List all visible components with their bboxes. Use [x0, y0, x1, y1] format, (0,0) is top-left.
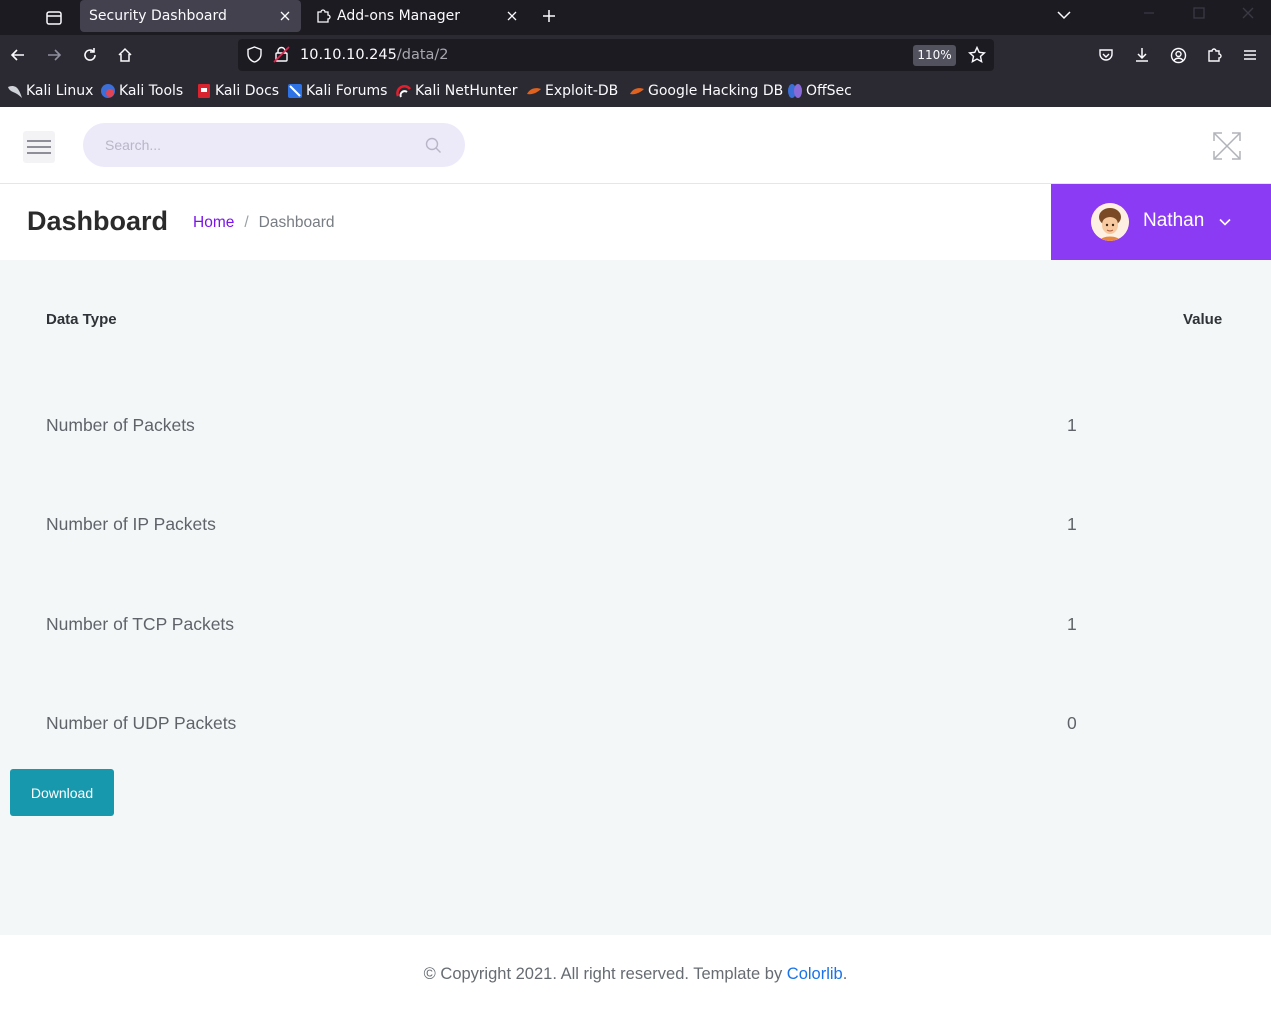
breadcrumb: Home / Dashboard	[193, 214, 335, 232]
hamburger-line	[27, 140, 51, 142]
insecure-lock-icon[interactable]	[273, 46, 290, 67]
browser-nav-bar: 10.10.10.245/data/2 110%	[0, 35, 1271, 75]
kali-forums-icon	[287, 83, 303, 99]
row-label: Number of Packets	[46, 415, 195, 435]
download-icon[interactable]	[1128, 41, 1156, 69]
main-content: Data Type Value Number of Packets 1 Numb…	[0, 260, 1271, 935]
bookmark-star-icon[interactable]	[967, 45, 987, 68]
row-value: 0	[1067, 713, 1077, 733]
close-tab-icon[interactable]	[273, 4, 297, 28]
sidebar-toggle-button[interactable]	[23, 131, 55, 163]
ghdb-icon	[629, 83, 645, 99]
hamburger-line	[27, 152, 51, 154]
new-tab-icon[interactable]	[535, 2, 563, 30]
bookmark-label: Kali Forums	[306, 83, 388, 99]
bookmark-label: OffSec	[806, 83, 852, 99]
tab-title: Add-ons Manager	[337, 8, 460, 24]
search-input[interactable]	[105, 123, 405, 167]
back-icon[interactable]	[4, 41, 32, 69]
account-icon[interactable]	[1164, 41, 1192, 69]
avatar	[1091, 203, 1129, 241]
zoom-level[interactable]: 110%	[913, 45, 956, 66]
chevron-down-icon[interactable]	[1052, 3, 1076, 27]
kali-dragon-icon	[7, 83, 23, 99]
page-title: Dashboard	[27, 206, 169, 236]
pocket-icon[interactable]	[1092, 41, 1120, 69]
row-value: 1	[1067, 415, 1077, 435]
download-button[interactable]: Download	[10, 769, 114, 816]
bookmark-label: Exploit-DB	[545, 83, 619, 99]
footer: © Copyright 2021. All right reserved. Te…	[0, 935, 1271, 1009]
hamburger-line	[27, 146, 51, 148]
extensions-icon[interactable]	[1200, 41, 1228, 69]
fullscreen-icon[interactable]	[1212, 131, 1242, 161]
breadcrumb-home-link[interactable]: Home	[193, 214, 234, 232]
shield-icon[interactable]	[246, 46, 263, 67]
breadcrumb-current: Dashboard	[258, 214, 335, 231]
maximize-icon[interactable]	[1176, 0, 1222, 26]
column-header-data-type: Data Type	[46, 311, 117, 328]
bookmark-label: Kali NetHunter	[415, 83, 518, 99]
column-header-value: Value	[1183, 311, 1223, 328]
offsec-icon	[787, 83, 803, 99]
minimize-icon[interactable]	[1126, 0, 1172, 26]
browser-tab-bar: Security Dashboard Add-ons Manager	[0, 0, 1271, 35]
kali-tools-icon	[100, 83, 116, 99]
bookmark-kali-linux[interactable]: Kali Linux	[7, 79, 93, 103]
tab-security-dashboard[interactable]: Security Dashboard	[80, 0, 301, 32]
url-bar[interactable]: 10.10.10.245/data/2 110%	[238, 39, 994, 71]
user-menu[interactable]: Nathan	[1051, 184, 1271, 260]
bookmark-google-hacking-db[interactable]: Google Hacking DB	[629, 79, 783, 103]
tab-addons-manager[interactable]: Add-ons Manager	[307, 0, 528, 32]
url-text[interactable]: 10.10.10.245/data/2	[300, 39, 449, 71]
bookmark-label: Google Hacking DB	[648, 83, 784, 99]
reload-icon[interactable]	[76, 41, 104, 69]
bookmark-label: Kali Linux	[26, 83, 94, 99]
colorlib-link[interactable]: Colorlib	[787, 965, 843, 983]
bookmark-exploit-db[interactable]: Exploit-DB	[526, 79, 618, 103]
close-tab-icon[interactable]	[500, 4, 524, 28]
forward-icon[interactable]	[40, 41, 68, 69]
breadcrumb-bar: Dashboard Home / Dashboard Nathan	[0, 184, 1271, 260]
kali-docs-icon	[196, 83, 212, 99]
search-box	[83, 123, 465, 167]
puzzle-icon	[315, 8, 331, 24]
row-label: Number of IP Packets	[46, 514, 216, 534]
row-value: 1	[1067, 614, 1077, 634]
page-header	[0, 107, 1271, 184]
bookmark-offsec[interactable]: OffSec	[787, 79, 852, 103]
tab-title: Security Dashboard	[89, 8, 227, 24]
copyright-text: © Copyright 2021. All right reserved. Te…	[423, 965, 848, 983]
exploit-db-icon	[526, 83, 542, 99]
bookmark-kali-nethunter[interactable]: Kali NetHunter	[396, 79, 517, 103]
chevron-down-icon	[1218, 214, 1232, 228]
bookmark-kali-docs[interactable]: Kali Docs	[196, 79, 279, 103]
row-label: Number of TCP Packets	[46, 614, 235, 634]
home-icon[interactable]	[111, 41, 139, 69]
bookmark-label: Kali Tools	[119, 83, 184, 99]
menu-icon[interactable]	[1236, 41, 1264, 69]
row-label: Number of UDP Packets	[46, 713, 237, 733]
breadcrumb-separator: /	[244, 214, 249, 231]
bookmarks-toolbar: Kali Linux Kali Tools Kali Docs Kali For…	[0, 75, 1271, 107]
bookmark-kali-forums[interactable]: Kali Forums	[287, 79, 387, 103]
close-window-icon[interactable]	[1225, 0, 1271, 26]
search-icon[interactable]	[425, 137, 442, 154]
bookmark-kali-tools[interactable]: Kali Tools	[100, 79, 183, 103]
row-value: 1	[1067, 514, 1077, 534]
firefox-view-icon[interactable]	[38, 4, 70, 32]
kali-nethunter-icon	[396, 83, 412, 99]
bookmark-label: Kali Docs	[215, 83, 280, 99]
user-name: Nathan	[1143, 210, 1205, 231]
